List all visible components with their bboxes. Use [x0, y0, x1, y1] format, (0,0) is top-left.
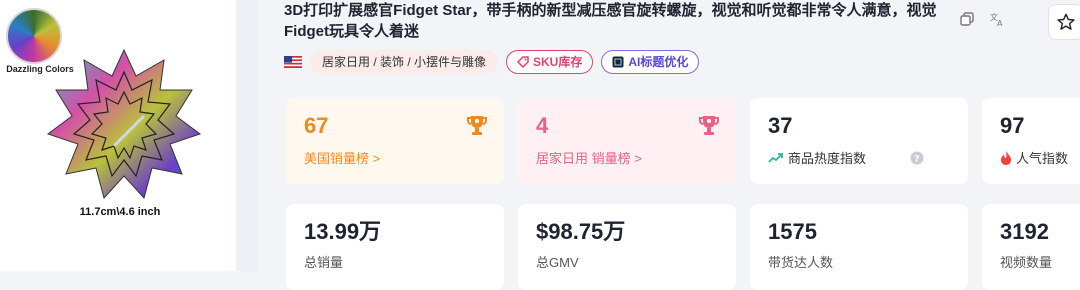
creator-count-label: 带货达人数	[768, 255, 834, 270]
total-gmv-card: $98.75万 总GMV	[518, 204, 736, 290]
popularity-index-value: 97	[1000, 113, 1025, 138]
us-sales-rank-value: 67	[304, 113, 329, 138]
total-sales-card: 13.99万 总销量	[286, 204, 504, 290]
trophy-icon	[699, 116, 719, 135]
category-sales-rank-card[interactable]: 4 居家日用 销量榜 >	[518, 98, 736, 184]
heat-index-value: 37	[768, 113, 793, 138]
sku-stock-button[interactable]: SKU库存	[506, 50, 594, 74]
svg-text:A: A	[997, 19, 1003, 27]
tag-icon	[517, 56, 529, 68]
heat-index-card: 37 商品热度指数 ?	[750, 98, 968, 184]
heat-index-label: 商品热度指数	[788, 151, 867, 166]
ai-title-optimize-button[interactable]: AI标题优化	[601, 50, 700, 74]
total-sales-label: 总销量	[304, 255, 344, 270]
popularity-index-card: 97 人气指数	[982, 98, 1080, 184]
translate-icon[interactable]: 文A	[988, 10, 1006, 28]
product-image-panel[interactable]: Dazzling Colors 11.7cm\4.6 inch	[0, 0, 236, 271]
ai-title-label: AI标题优化	[628, 55, 689, 69]
total-gmv-value: $98.75万	[536, 219, 626, 244]
creator-count-card: 1575 带货达人数	[750, 204, 968, 290]
sku-stock-label: SKU库存	[533, 55, 583, 69]
size-caption: 11.7cm\4.6 inch	[79, 206, 161, 218]
fire-icon	[1001, 150, 1011, 165]
heat-index-label-row: 商品热度指数 ?	[768, 148, 950, 167]
product-title: 3D打印扩展感官Fidget Star，带手柄的新型减压感官旋转螺旋，视觉和听觉…	[284, 2, 937, 40]
video-count-value: 3192	[1000, 219, 1049, 244]
copy-icon[interactable]	[958, 10, 976, 28]
fidget-star-image	[46, 48, 202, 200]
star-icon	[1057, 13, 1075, 30]
tag-row: 居家日用 / 装饰 / 小摆件与雕像 SKU库存 AI标题优化	[284, 50, 700, 74]
trophy-icon	[467, 116, 487, 135]
trend-up-icon	[768, 152, 783, 163]
video-count-label: 视频数量	[1000, 255, 1053, 270]
creator-count-value: 1575	[768, 219, 817, 244]
category-sales-rank-value: 4	[536, 113, 549, 138]
popularity-index-label: 人气指数	[1016, 151, 1069, 166]
us-sales-rank-card[interactable]: 67 美国销量榜 >	[286, 98, 504, 184]
svg-text:?: ?	[914, 154, 919, 164]
ai-icon	[612, 56, 624, 68]
favorite-button[interactable]	[1048, 4, 1080, 40]
us-sales-rank-link[interactable]: 美国销量榜 >	[304, 148, 486, 167]
us-flag-icon	[284, 56, 302, 68]
help-icon[interactable]: ?	[910, 151, 924, 165]
title-tools: 文A	[958, 10, 1006, 28]
category-breadcrumb[interactable]: 居家日用 / 装饰 / 小摆件与雕像	[310, 50, 499, 74]
popularity-index-label-row: 人气指数	[1000, 148, 1080, 167]
video-count-card: 3192 视频数量	[982, 204, 1080, 290]
total-sales-value: 13.99万	[304, 219, 382, 244]
total-gmv-label: 总GMV	[536, 255, 579, 270]
category-sales-rank-link[interactable]: 居家日用 销量榜 >	[536, 148, 718, 167]
product-detail-main: 3D打印扩展感官Fidget Star，带手柄的新型减压感官旋转螺旋，视觉和听觉…	[258, 0, 1080, 290]
panel-divider	[236, 0, 258, 271]
